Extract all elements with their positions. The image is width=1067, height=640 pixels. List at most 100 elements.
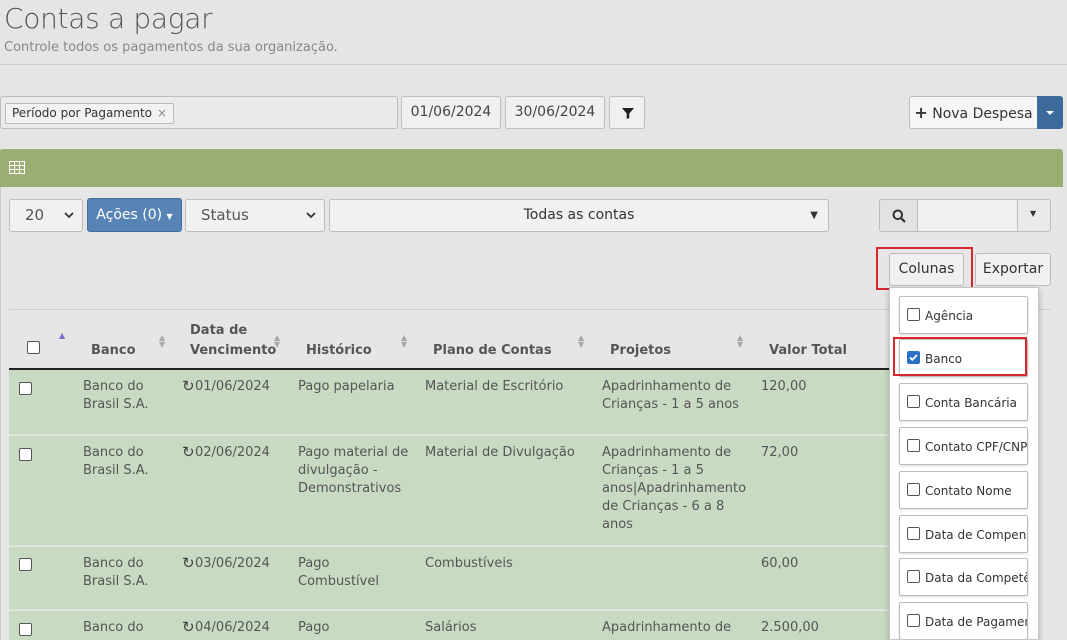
cell-historico: Pago — [298, 620, 330, 635]
row-checkbox[interactable] — [19, 382, 32, 395]
recurring-icon: ↻ — [182, 554, 195, 572]
column-option-label: Contato CPF/CNPJ — [925, 440, 1028, 454]
chevron-down-icon — [64, 212, 74, 219]
table-row[interactable]: Banco do Brasil S.A. ↻ 01/06/2024 Pago p… — [9, 370, 894, 435]
sort-icon[interactable]: ▲ ▼ — [401, 334, 407, 349]
checkbox-icon — [907, 527, 920, 540]
period-tag-label: Período por Pagamento — [12, 106, 153, 120]
date-end-input[interactable]: 30/06/2024 — [505, 96, 605, 129]
cell-plano: Combustíveis — [425, 556, 513, 571]
period-filter-input[interactable]: Período por Pagamento × — [0, 96, 398, 129]
sort-icon[interactable]: ▲ ▼ — [737, 334, 743, 349]
cell-banco: Banco do Brasil S.A. — [83, 379, 149, 412]
page-size-value: 20 — [25, 206, 45, 224]
sort-asc-icon[interactable]: ▲ — [59, 332, 65, 340]
accounts-select-value: Todas as contas — [523, 207, 635, 223]
checkbox-icon — [907, 570, 920, 583]
columns-button-highlight — [876, 247, 973, 290]
table-icon — [9, 161, 25, 174]
table-row[interactable]: Banco do Brasil S.A. ↻ 03/06/2024 Pago C… — [9, 547, 894, 610]
sort-icon[interactable]: ▲ ▼ — [274, 334, 280, 349]
column-option-contato-nome[interactable]: Contato Nome — [899, 471, 1028, 509]
page-size-select[interactable]: 20 — [9, 199, 83, 232]
column-option-data-competencia[interactable]: Data da Competência — [899, 558, 1028, 596]
table-row[interactable]: Banco do Brasil S.A. ↻ 02/06/2024 Pago m… — [9, 436, 894, 546]
cell-historico: Pago Combustível — [298, 556, 379, 589]
col-header-projetos[interactable]: Projetos — [610, 342, 671, 360]
cell-historico: Pago material de divulgação - Demonstrat… — [298, 445, 409, 496]
column-option-conta-bancaria[interactable]: Conta Bancária — [899, 383, 1028, 421]
new-expense-label: Nova Despesa — [932, 106, 1033, 122]
cell-banco: Banco do Brasil S.A. — [83, 556, 149, 589]
status-select[interactable]: Status — [185, 199, 325, 232]
cell-valor: 60,00 — [761, 556, 799, 571]
cell-valor: 2.500,00 — [761, 620, 819, 635]
cell-data: 01/06/2024 — [195, 379, 270, 394]
plus-icon: + — [914, 103, 928, 122]
recurring-icon: ↻ — [182, 618, 195, 636]
caret-down-icon: ▼ — [166, 212, 173, 221]
col-header-plano[interactable]: Plano de Contas — [433, 342, 552, 360]
row-checkbox[interactable] — [19, 623, 32, 636]
recurring-icon: ↻ — [182, 443, 195, 461]
actions-label: Ações (0) — [96, 207, 163, 223]
new-expense-dropdown[interactable] — [1037, 96, 1063, 129]
checkbox-icon — [907, 483, 920, 496]
column-option-label: Data de Compensação — [925, 528, 1027, 542]
search-button[interactable] — [879, 199, 918, 232]
select-all-checkbox[interactable] — [27, 341, 40, 354]
row-checkbox[interactable] — [19, 448, 32, 461]
recurring-icon: ↻ — [182, 377, 195, 395]
col-header-valor[interactable]: Valor Total — [769, 342, 847, 360]
column-option-label: Data de Pagamento — [925, 615, 1027, 629]
col-header-data-line2[interactable]: Vencimento — [190, 342, 276, 360]
table-row[interactable]: Banco do ↻ 04/06/2024 Pago Salários Apad… — [9, 611, 894, 640]
search-dropdown[interactable]: ▼ — [1017, 199, 1051, 232]
export-button[interactable]: Exportar — [975, 253, 1051, 286]
period-filter-tag: Período por Pagamento × — [5, 103, 175, 124]
column-option-label: Agência — [925, 309, 974, 323]
column-option-label: Conta Bancária — [925, 396, 1017, 410]
page-title: Contas a pagar — [4, 2, 213, 35]
sort-icon[interactable]: ▲ ▼ — [159, 334, 165, 349]
accounts-select[interactable]: Todas as contas ▼ — [329, 199, 829, 232]
panel-header — [0, 149, 1063, 187]
col-header-historico[interactable]: Histórico — [306, 342, 372, 360]
date-start-input[interactable]: 01/06/2024 — [401, 96, 501, 129]
cell-historico: Pago papelaria — [298, 379, 395, 394]
cell-plano: Material de Escritório — [425, 379, 564, 394]
status-placeholder: Status — [201, 206, 249, 224]
actions-button[interactable]: Ações (0) ▼ — [87, 198, 182, 232]
cell-banco: Banco do Brasil S.A. — [83, 445, 149, 478]
caret-down-icon: ▼ — [1030, 209, 1037, 218]
cell-plano: Material de Divulgação — [425, 445, 575, 460]
table-header: ▲ Banco ▲ ▼ Data de Vencimento ▲ ▼ Históri… — [0, 320, 894, 368]
checkbox-icon — [907, 614, 920, 627]
caret-down-icon — [1046, 111, 1054, 115]
column-option-data-pagamento[interactable]: Data de Pagamento — [899, 602, 1028, 639]
column-option-contato-cpf-cnpj[interactable]: Contato CPF/CNPJ — [899, 427, 1028, 465]
new-expense-button[interactable]: + Nova Despesa — [909, 96, 1038, 129]
cell-valor: 72,00 — [761, 445, 799, 460]
cell-valor: 120,00 — [761, 379, 807, 394]
checkbox-icon — [907, 439, 920, 452]
cell-projetos: Apadrinhamento de Crianças - 1 a 5 anos|… — [602, 445, 747, 532]
filter-button[interactable] — [609, 96, 645, 129]
row-checkbox[interactable] — [19, 558, 32, 571]
sort-icon[interactable]: ▲ ▼ — [578, 334, 584, 349]
chevron-down-icon — [306, 212, 316, 219]
close-icon[interactable]: × — [157, 106, 167, 120]
cell-projetos: Apadrinhamento de Crianças - 1 a 5 anos — [602, 379, 739, 412]
search-icon — [892, 209, 906, 223]
column-option-label: Data da Competência — [925, 571, 1027, 585]
filter-icon — [622, 108, 634, 119]
column-option-agencia[interactable]: Agência — [899, 296, 1028, 334]
cell-projetos: Apadrinhamento de — [602, 620, 732, 635]
page-subtitle: Controle todos os pagamentos da sua orga… — [4, 40, 338, 55]
cell-data: 03/06/2024 — [195, 556, 270, 571]
column-option-data-compensacao[interactable]: Data de Compensação — [899, 515, 1028, 553]
search-input[interactable] — [917, 199, 1018, 232]
col-header-data-line1[interactable]: Data de — [190, 322, 247, 340]
cell-data: 02/06/2024 — [195, 445, 270, 460]
col-header-banco[interactable]: Banco — [91, 342, 136, 360]
